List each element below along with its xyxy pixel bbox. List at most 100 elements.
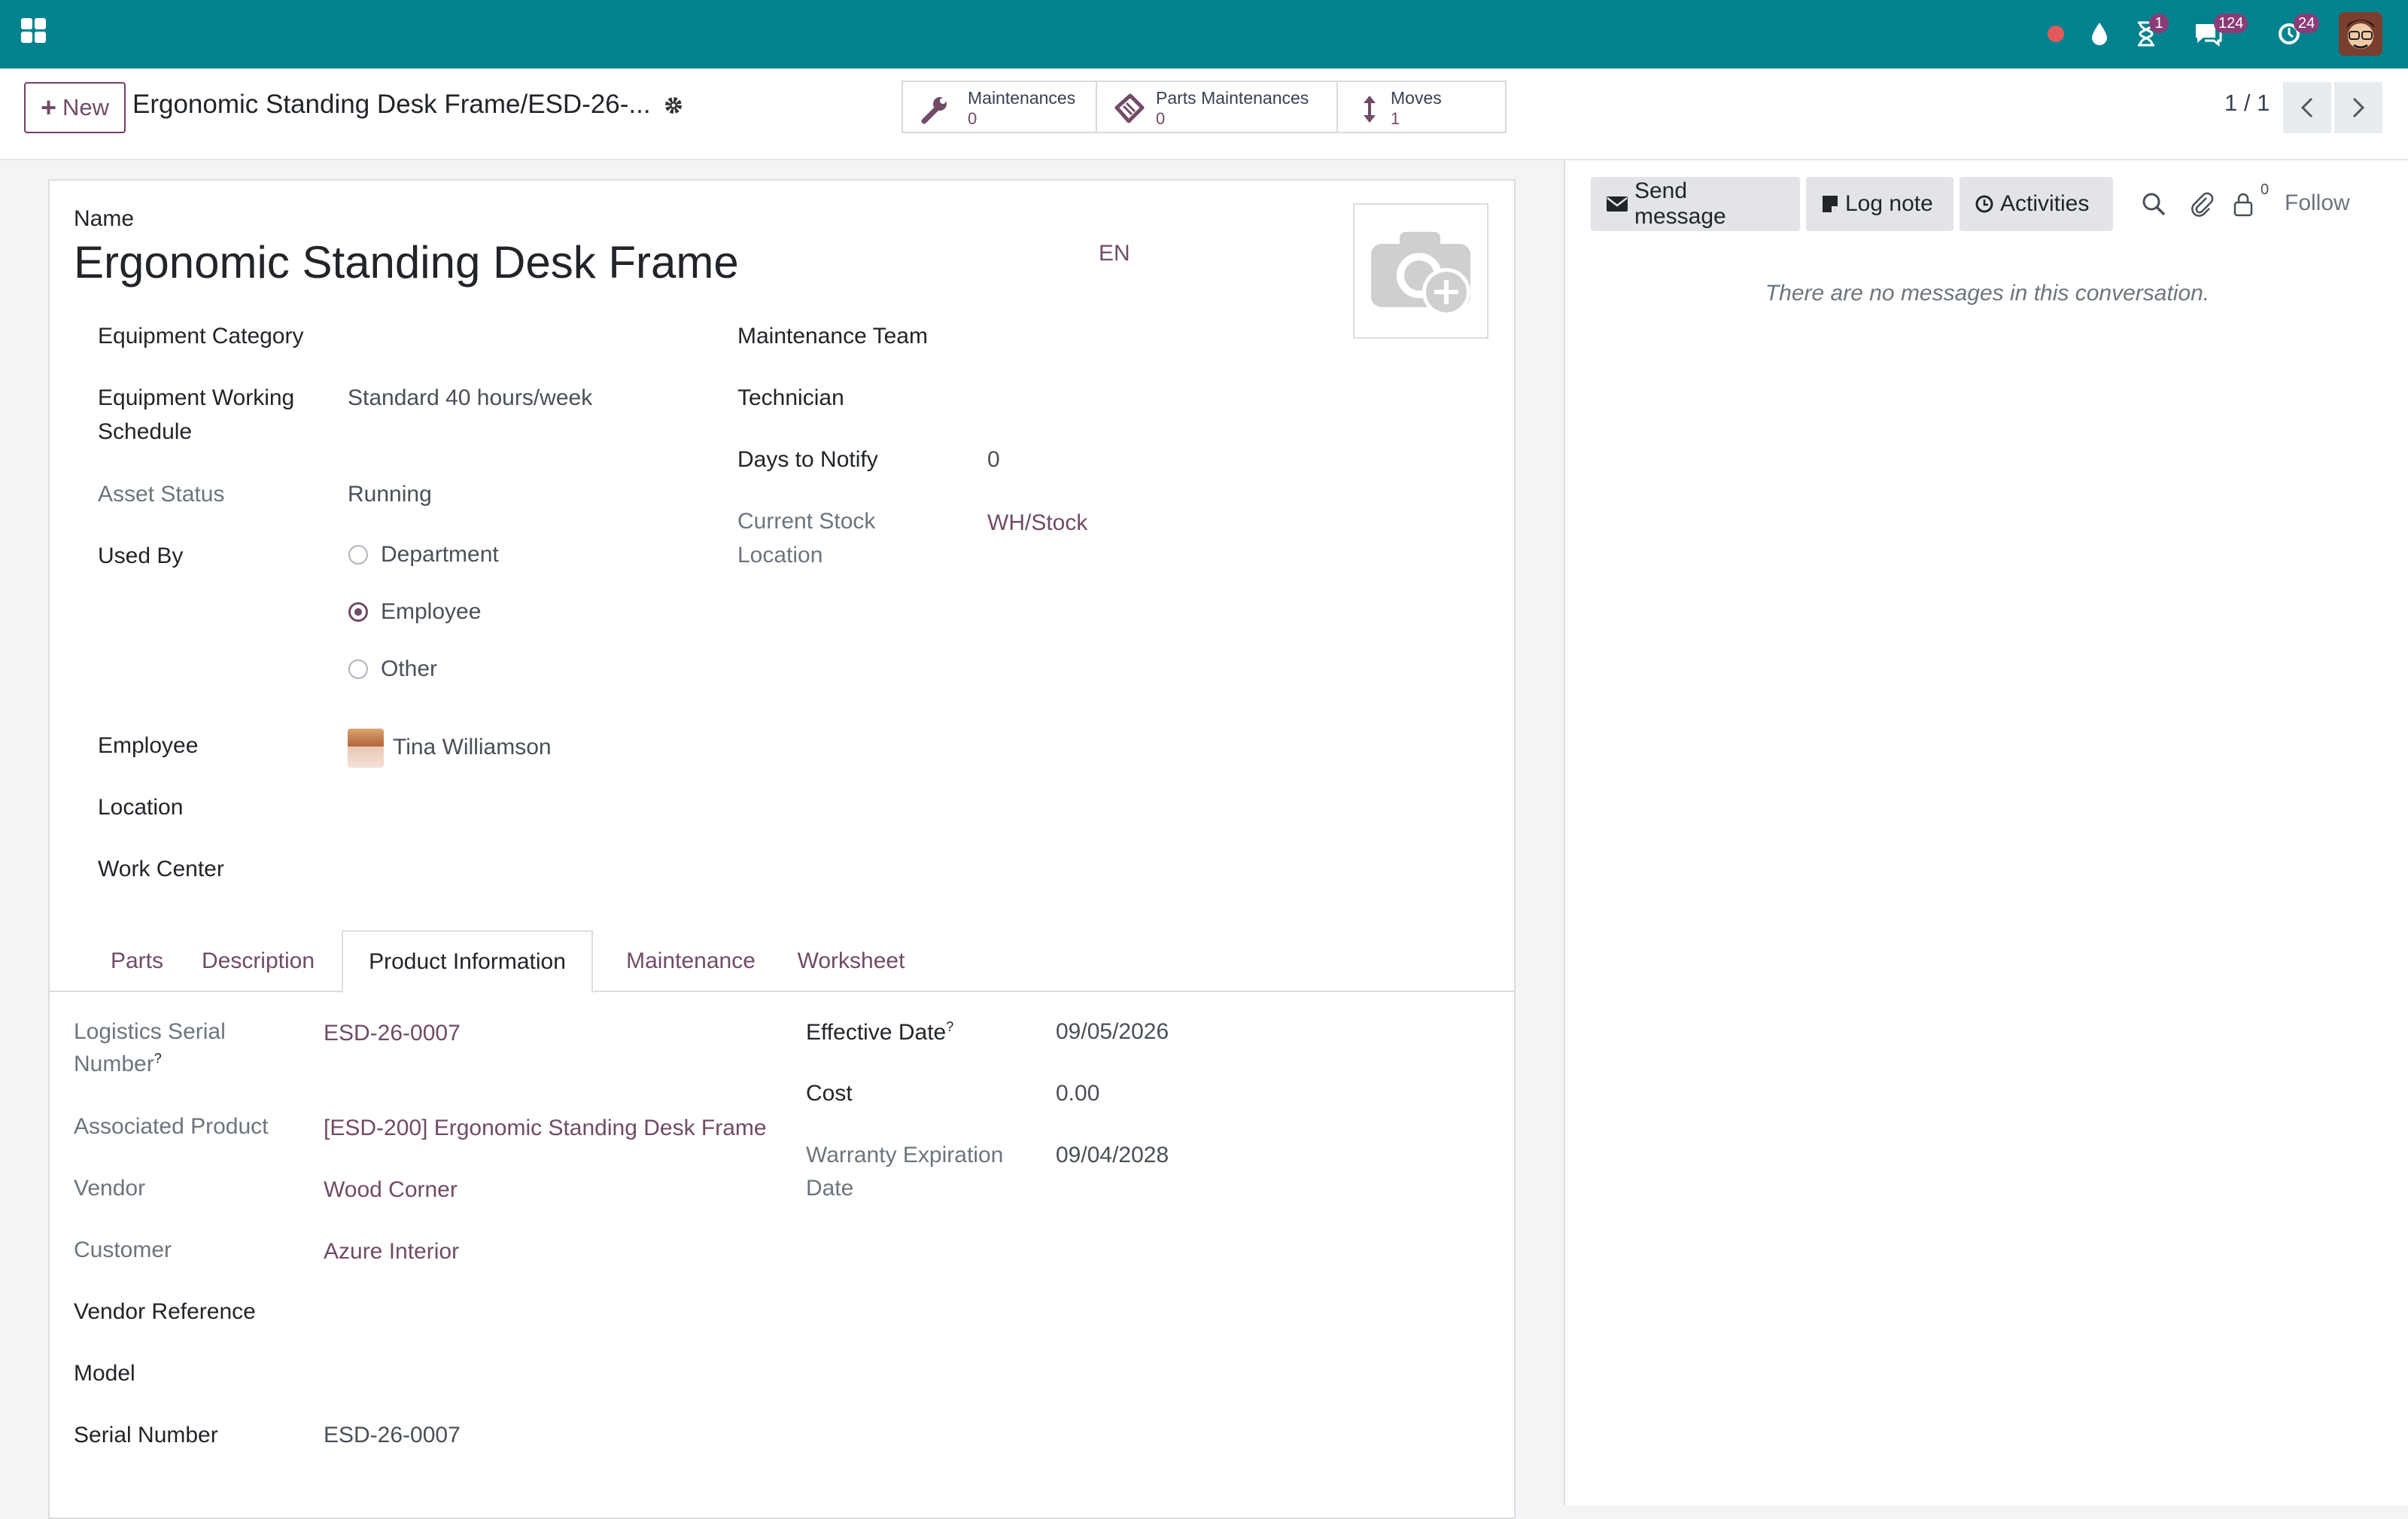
moves-count: 1 xyxy=(1391,109,1400,128)
chatter-panel: Send message Log note Activities 0 Follo… xyxy=(1564,160,2408,1505)
language-button[interactable]: EN xyxy=(1099,241,1130,266)
lsn-label-2-text: Number xyxy=(74,1052,154,1076)
equipment-category-label: Equipment Category xyxy=(98,324,304,349)
name-label: Name xyxy=(74,206,135,231)
paperclip-icon[interactable] xyxy=(2188,190,2215,218)
associated-product-link[interactable]: [ESD-200] Ergonomic Standing Desk Frame xyxy=(324,1116,767,1141)
clock-icon xyxy=(1975,195,1993,213)
work-center-label: Work Center xyxy=(98,857,224,881)
equipment-name-field[interactable]: Ergonomic Standing Desk Frame xyxy=(74,236,739,288)
days-to-notify-field[interactable]: 0 xyxy=(987,447,1000,473)
record-icon[interactable] xyxy=(2044,15,2068,53)
drop-icon[interactable] xyxy=(2084,15,2115,53)
maintenances-label: Maintenances xyxy=(968,88,1076,108)
asset-status-label: Asset Status xyxy=(98,482,225,507)
asset-status-value: Running xyxy=(348,482,432,507)
activities-label: Activities xyxy=(2000,191,2090,216)
note-icon xyxy=(1823,196,1838,212)
log-note-button[interactable]: Log note xyxy=(1806,177,1953,231)
new-button-label: New xyxy=(62,94,110,120)
cost-label: Cost xyxy=(806,1081,853,1106)
radio-other-label[interactable]: Other xyxy=(381,656,437,682)
chevron-left-icon xyxy=(2300,97,2313,118)
tab-parts[interactable]: Parts xyxy=(98,930,176,992)
radio-other[interactable] xyxy=(348,659,368,679)
timer-icon[interactable]: 24 xyxy=(2273,14,2320,53)
gear-icon[interactable] xyxy=(662,94,685,117)
moves-label: Moves xyxy=(1391,88,1442,108)
pager-next-button[interactable] xyxy=(2334,82,2382,133)
working-schedule-field[interactable]: Standard 40 hours/week xyxy=(348,385,592,411)
search-icon[interactable] xyxy=(2140,190,2167,218)
activity-badge: 1 xyxy=(2149,14,2169,33)
lock-icon[interactable] xyxy=(2232,190,2259,218)
customer-link[interactable]: Azure Interior xyxy=(324,1239,459,1265)
employee-avatar xyxy=(348,729,384,768)
help-icon[interactable]: ? xyxy=(946,1019,953,1034)
pager-previous-button[interactable] xyxy=(2283,82,2331,133)
cost-field[interactable]: 0.00 xyxy=(1056,1081,1099,1107)
empty-conversation-text: There are no messages in this conversati… xyxy=(1765,281,2210,306)
tab-maintenance[interactable]: Maintenance xyxy=(617,930,765,992)
serial-number-label: Serial Number xyxy=(74,1423,218,1447)
breadcrumb: Ergonomic Standing Desk Frame/ESD-26-... xyxy=(132,90,651,119)
serial-number-field[interactable]: ESD-26-0007 xyxy=(324,1423,461,1448)
radio-department[interactable] xyxy=(348,545,368,565)
radio-department-label[interactable]: Department xyxy=(381,542,499,568)
app-menu-icon[interactable] xyxy=(21,18,47,44)
tab-product-information[interactable]: Product Information xyxy=(342,930,593,994)
activity-hourglass-icon[interactable]: 1 xyxy=(2130,14,2169,53)
employee-label: Employee xyxy=(98,733,199,758)
lsn-link[interactable]: ESD-26-0007 xyxy=(324,1021,461,1046)
follow-button[interactable]: Follow xyxy=(2285,190,2350,216)
pager-value[interactable]: 1 / 1 xyxy=(2224,90,2270,117)
vendor-label: Vendor xyxy=(74,1176,146,1201)
user-avatar[interactable] xyxy=(2339,12,2382,56)
notebook-tabs: Parts Description Product Information Ma… xyxy=(48,930,1516,994)
stock-location-link[interactable]: WH/Stock xyxy=(987,510,1087,536)
radio-employee[interactable] xyxy=(348,602,368,622)
messages-badge: 124 xyxy=(2214,14,2248,33)
parts-maintenances-smart-button[interactable]: Parts Maintenances 0 xyxy=(1097,82,1338,132)
messages-icon[interactable]: 124 xyxy=(2191,14,2248,53)
top-navbar: 1 124 24 xyxy=(0,0,2408,68)
tab-description[interactable]: Description xyxy=(196,930,321,992)
new-button[interactable]: + New xyxy=(24,82,126,133)
wrench-icon xyxy=(918,93,951,126)
smart-buttons: Maintenances 0 Parts Maintenances 0 Move… xyxy=(901,81,1507,133)
image-upload[interactable] xyxy=(1353,203,1488,339)
effective-date-field[interactable]: 09/05/2026 xyxy=(1056,1019,1169,1045)
customer-label: Customer xyxy=(74,1237,172,1262)
followers-count[interactable]: 0 xyxy=(2261,181,2269,199)
days-to-notify-label: Days to Notify xyxy=(737,447,878,472)
plus-icon: + xyxy=(40,92,56,123)
activities-button[interactable]: Activities xyxy=(1960,177,2113,231)
warranty-field[interactable]: 09/04/2028 xyxy=(1056,1143,1169,1168)
used-by-label: Used By xyxy=(98,543,184,568)
maintenance-team-label: Maintenance Team xyxy=(737,324,928,349)
maintenances-smart-button[interactable]: Maintenances 0 xyxy=(903,82,1097,132)
vendor-link[interactable]: Wood Corner xyxy=(324,1177,458,1203)
send-message-button[interactable]: Send message xyxy=(1591,177,1800,231)
stock-location-label: Current Stock xyxy=(737,509,876,534)
tab-worksheet[interactable]: Worksheet xyxy=(787,930,915,992)
warranty-label: Warranty Expiration xyxy=(806,1143,1004,1167)
vendor-reference-label: Vendor Reference xyxy=(74,1299,256,1324)
parts-maintenances-label: Parts Maintenances xyxy=(1156,88,1309,108)
technician-label: Technician xyxy=(737,385,844,410)
lsn-label-2: Number? xyxy=(74,1051,162,1077)
parts-maintenances-count: 0 xyxy=(1156,109,1166,128)
radio-employee-label[interactable]: Employee xyxy=(381,599,481,625)
moves-smart-button[interactable]: Moves 1 xyxy=(1338,82,1505,132)
form-sheet xyxy=(48,179,1516,1519)
effective-date-label: Effective Date? xyxy=(806,1019,953,1046)
up-down-arrow-icon xyxy=(1353,93,1386,126)
model-label: Model xyxy=(74,1361,135,1386)
control-panel: + New Ergonomic Standing Desk Frame/ESD-… xyxy=(0,68,2408,160)
employee-field[interactable]: Tina Williamson xyxy=(393,735,552,760)
location-label: Location xyxy=(98,795,184,820)
stock-location-label-2: Location xyxy=(737,543,823,568)
help-icon[interactable]: ? xyxy=(154,1051,162,1066)
timer-badge: 24 xyxy=(2294,14,2320,33)
log-note-label: Log note xyxy=(1845,191,1933,216)
